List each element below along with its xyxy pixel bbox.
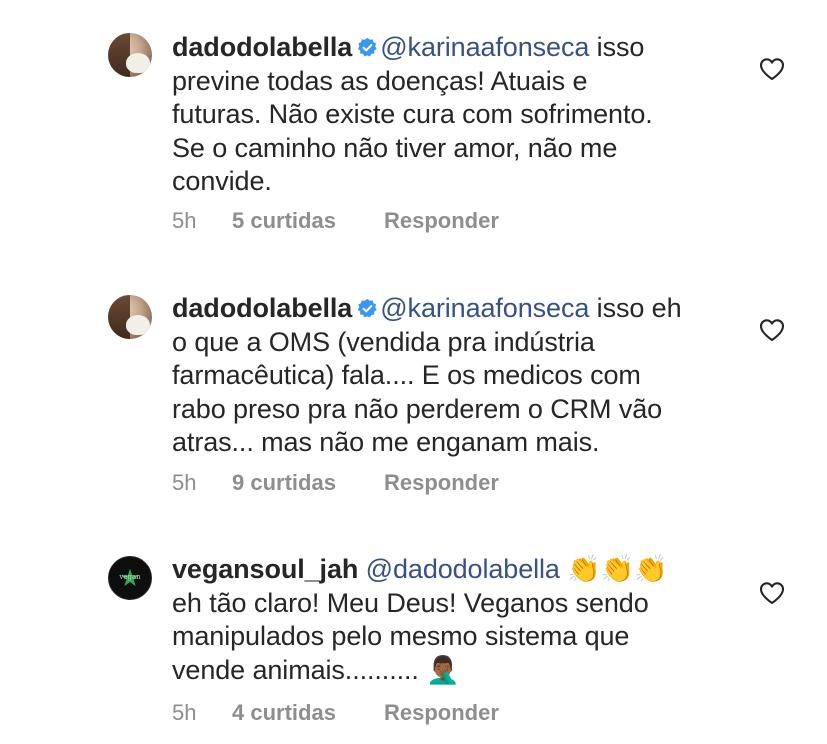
comment-line: eh tão claro! Meu Deus! Veganos sendo — [172, 587, 649, 618]
comment-body-first: 👏👏👏 — [559, 554, 668, 584]
comment-line: farmacêutica) fala.... E os medicos com — [172, 360, 641, 390]
avatar[interactable] — [108, 295, 152, 339]
verified-badge-icon — [358, 298, 377, 318]
mention-link[interactable]: @dadodolabella — [366, 554, 560, 584]
likes-count[interactable]: 9 curtidas — [232, 470, 384, 496]
comment-body-first: isso eh — [589, 293, 682, 323]
reply-button[interactable]: Responder — [384, 700, 499, 726]
avatar-hair — [108, 33, 130, 77]
comment-meta: 5h 5 curtidas Responder — [172, 208, 499, 234]
mention-link[interactable]: @karinaafonseca — [380, 32, 589, 62]
username[interactable]: vegansoul_jah — [172, 554, 358, 584]
reply-button[interactable]: Responder — [384, 470, 499, 496]
comment-text: vegansoul_jah @dadodolabella 👏👏👏 eh tão … — [172, 553, 732, 687]
avatar[interactable]: ★ vegan — [108, 556, 152, 600]
avatar[interactable] — [108, 33, 152, 77]
comment-line: vende animais.......... 🤦🏾‍♂️ — [172, 654, 460, 685]
comment-line: convide. — [172, 166, 272, 196]
username[interactable]: dadodolabella — [172, 293, 352, 323]
timestamp[interactable]: 5h — [172, 700, 232, 726]
heart-icon[interactable] — [759, 57, 785, 81]
heart-icon[interactable] — [759, 581, 785, 605]
comment-meta: 5h 9 curtidas Responder — [172, 470, 499, 496]
avatar-label: vegan — [119, 573, 141, 581]
avatar-dog — [126, 315, 150, 335]
timestamp[interactable]: 5h — [172, 208, 232, 234]
comment-meta: 5h 4 curtidas Responder — [172, 700, 499, 726]
comment-line: previne todas as doenças! Atuais e — [172, 65, 588, 96]
avatar-dog — [126, 53, 150, 73]
likes-count[interactable]: 5 curtidas — [232, 208, 384, 234]
username[interactable]: dadodolabella — [172, 32, 352, 62]
comment-body-first: isso — [589, 32, 645, 62]
comment-line: rabo preso pra não perderem o CRM vão — [172, 393, 663, 424]
comment-text: dadodolabella @karinaafonseca isso previn… — [172, 31, 732, 199]
reply-button[interactable]: Responder — [384, 208, 499, 234]
heart-icon[interactable] — [759, 318, 785, 342]
likes-count[interactable]: 4 curtidas — [232, 700, 384, 726]
avatar-hair — [108, 295, 130, 339]
comment-line: o que a OMS (vendida pra indústria — [172, 326, 595, 357]
comment-line: futuras. Não existe cura com sofrimento. — [172, 99, 653, 129]
mention-link[interactable]: @karinaafonseca — [380, 293, 589, 323]
verified-badge-icon — [358, 37, 377, 57]
comment-line: Se o caminho não tiver amor, não me — [172, 132, 618, 163]
timestamp[interactable]: 5h — [172, 470, 232, 496]
comment-line: manipulados pelo mesmo sistema que — [172, 621, 630, 651]
comment-text: dadodolabella @karinaafonseca isso eh o q… — [172, 292, 732, 460]
comment-line: atras... mas não me enganam mais. — [172, 427, 600, 457]
